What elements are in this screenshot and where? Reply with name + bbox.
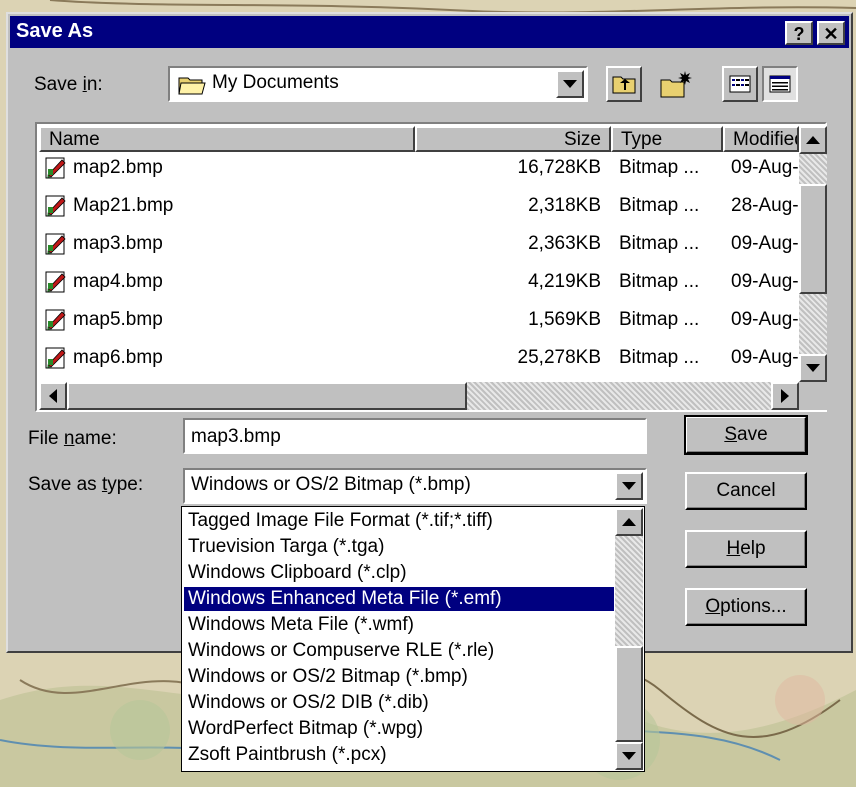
bitmap-file-icon — [45, 347, 66, 369]
file-row[interactable]: map2.bmp 16,728KB Bitmap ... 09-Aug- — [39, 152, 799, 184]
file-row[interactable]: map4.bmp 4,219KB Bitmap ... 09-Aug- — [39, 266, 799, 298]
bitmap-file-icon — [45, 195, 66, 217]
file-size-cell: 4,219KB — [528, 271, 601, 292]
file-type-cell: Bitmap ... — [619, 195, 700, 216]
scroll-corner — [799, 382, 827, 410]
save-in-label: Save in: — [34, 74, 103, 95]
file-type-option[interactable]: Windows or OS/2 Bitmap (*.bmp) — [184, 665, 614, 689]
file-size-cell: 2,318KB — [528, 195, 601, 216]
file-type-option[interactable]: Windows Clipboard (*.clp) — [184, 561, 614, 585]
bitmap-file-icon — [45, 157, 66, 179]
list-view-icon — [729, 75, 751, 93]
save-as-type-value: Windows or OS/2 Bitmap (*.bmp) — [191, 474, 471, 495]
cancel-button[interactable]: Cancel — [685, 472, 807, 510]
file-type-cell: Bitmap ... — [619, 271, 700, 292]
up-one-level-button[interactable] — [606, 66, 642, 102]
column-header-size[interactable]: Size — [415, 126, 611, 152]
column-header-type[interactable]: Type — [611, 126, 723, 152]
bitmap-file-icon — [45, 271, 66, 293]
file-row[interactable]: map5.bmp 1,569KB Bitmap ... 09-Aug- — [39, 304, 799, 336]
scroll-up-button[interactable] — [799, 126, 827, 154]
file-type-option[interactable]: Windows or Compuserve RLE (*.rle) — [184, 639, 614, 663]
horizontal-scroll-track[interactable] — [467, 382, 771, 410]
file-modified-cell: 09-Aug- — [731, 233, 799, 254]
dropdown-scroll-down-button[interactable] — [615, 742, 643, 770]
save-as-type-combo[interactable]: Windows or OS/2 Bitmap (*.bmp) — [183, 468, 647, 504]
details-view-icon — [769, 75, 791, 93]
file-name-input[interactable]: map3.bmp — [183, 418, 647, 454]
save-in-value: My Documents — [212, 72, 339, 93]
file-type-option[interactable]: Windows Meta File (*.wmf) — [184, 613, 614, 637]
save-as-type-dropdown-list[interactable]: Tagged Image File Format (*.tif;*.tiff) T… — [181, 506, 645, 772]
file-list-vertical-scrollbar[interactable] — [799, 126, 827, 382]
file-name-cell: map5.bmp — [73, 309, 163, 330]
file-type-option[interactable]: Windows Enhanced Meta File (*.emf) — [184, 587, 614, 611]
up-one-level-icon — [612, 76, 636, 94]
file-name-cell: Map21.bmp — [73, 195, 174, 216]
bitmap-file-icon — [45, 309, 66, 331]
file-modified-cell: 09-Aug- — [731, 271, 799, 292]
bitmap-file-icon — [45, 233, 66, 255]
scroll-right-button[interactable] — [771, 382, 799, 410]
create-new-folder-button[interactable] — [656, 64, 696, 104]
save-in-combo[interactable]: My Documents — [168, 66, 588, 102]
file-name-label: File name: — [28, 428, 117, 449]
save-in-dropdown-arrow[interactable] — [556, 70, 584, 98]
file-type-option[interactable]: Zsoft Paintbrush (*.pcx) — [184, 743, 614, 767]
file-size-cell: 25,278KB — [517, 347, 601, 368]
dropdown-scroll-up-button[interactable] — [615, 508, 643, 536]
help-title-button[interactable]: ? — [785, 21, 813, 45]
save-button[interactable]: Save — [684, 415, 808, 455]
file-name-cell: map3.bmp — [73, 233, 163, 254]
file-list[interactable]: Name Size Type Modified map2.bmp 16,728KB… — [35, 122, 827, 412]
open-folder-icon — [178, 77, 206, 95]
title-bar[interactable]: Save As ? ✕ — [10, 16, 849, 48]
file-list-horizontal-scrollbar[interactable] — [39, 382, 799, 410]
file-type-cell: Bitmap ... — [619, 347, 700, 368]
column-header-modified[interactable]: Modified — [723, 126, 799, 152]
file-size-cell: 2,363KB — [528, 233, 601, 254]
column-header-name[interactable]: Name — [39, 126, 415, 152]
scroll-down-button[interactable] — [799, 354, 827, 382]
save-as-type-dropdown-arrow[interactable] — [615, 472, 643, 500]
scroll-thumb[interactable] — [799, 184, 827, 294]
dropdown-vertical-scrollbar[interactable] — [615, 508, 643, 770]
file-modified-cell: 09-Aug- — [731, 309, 799, 330]
file-row[interactable]: map3.bmp 2,363KB Bitmap ... 09-Aug- — [39, 228, 799, 260]
details-view-button[interactable] — [762, 66, 798, 102]
file-modified-cell: 09-Aug- — [731, 157, 799, 178]
file-type-option[interactable]: Tagged Image File Format (*.tif;*.tiff) — [184, 509, 614, 533]
file-type-option[interactable]: Truevision Targa (*.tga) — [184, 535, 614, 559]
file-size-cell: 16,728KB — [517, 157, 601, 178]
options-button[interactable]: Options... — [685, 588, 807, 626]
scroll-left-button[interactable] — [39, 382, 67, 410]
file-type-cell: Bitmap ... — [619, 233, 700, 254]
help-button[interactable]: Help — [685, 530, 807, 568]
dropdown-scroll-thumb[interactable] — [615, 646, 643, 742]
save-as-type-label: Save as type: — [28, 474, 144, 495]
file-row[interactable]: map6.bmp 25,278KB Bitmap ... 09-Aug- — [39, 342, 799, 374]
create-new-folder-icon — [660, 71, 692, 98]
file-name-cell: map6.bmp — [73, 347, 163, 368]
file-row[interactable]: Map21.bmp 2,318KB Bitmap ... 28-Aug- — [39, 190, 799, 222]
file-type-cell: Bitmap ... — [619, 157, 700, 178]
horizontal-scroll-thumb[interactable] — [67, 382, 467, 410]
dialog-title: Save As — [16, 20, 94, 42]
file-modified-cell: 28-Aug- — [731, 195, 799, 216]
file-name-cell: map2.bmp — [73, 157, 163, 178]
file-name-cell: map4.bmp — [73, 271, 163, 292]
file-name-value: map3.bmp — [191, 426, 281, 447]
close-button[interactable]: ✕ — [817, 21, 845, 45]
file-type-option[interactable]: Windows or OS/2 DIB (*.dib) — [184, 691, 614, 715]
file-type-option[interactable]: WordPerfect Bitmap (*.wpg) — [184, 717, 614, 741]
list-view-button[interactable] — [722, 66, 758, 102]
file-modified-cell: 09-Aug- — [731, 347, 799, 368]
file-type-cell: Bitmap ... — [619, 309, 700, 330]
file-size-cell: 1,569KB — [528, 309, 601, 330]
